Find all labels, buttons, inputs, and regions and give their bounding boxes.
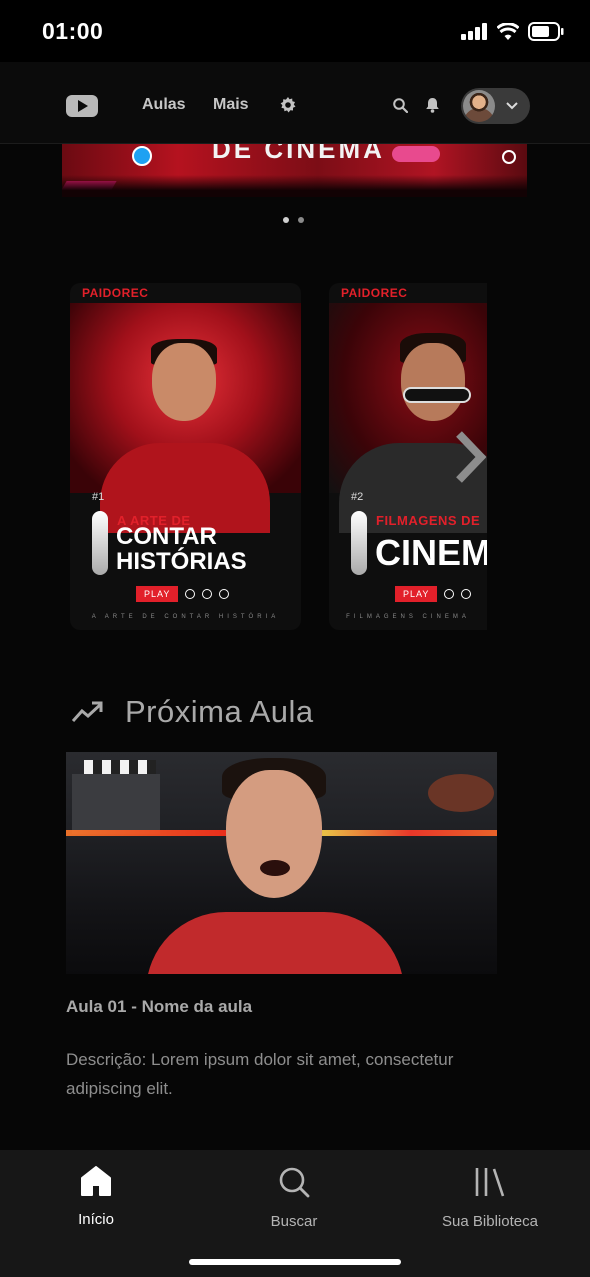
card-subtitle: FILMAGENS DE bbox=[376, 513, 481, 528]
tab-label: Buscar bbox=[270, 1213, 318, 1230]
search-icon bbox=[279, 1167, 310, 1198]
card-title: CONTAR HISTÓRIAS bbox=[116, 523, 247, 575]
info-icon bbox=[444, 589, 455, 599]
card-accent-bar bbox=[351, 511, 367, 575]
carousel-dot[interactable] bbox=[298, 217, 304, 223]
card-number: #1 bbox=[92, 491, 105, 503]
bottom-nav: Início Buscar Sua Biblioteca bbox=[0, 1150, 590, 1277]
card-brand: PAIDOREC bbox=[82, 286, 149, 300]
tab-label: Sua Biblioteca bbox=[442, 1213, 538, 1230]
comment-icon bbox=[202, 589, 213, 599]
trending-up-icon bbox=[72, 701, 103, 723]
carousel-pagination bbox=[283, 217, 304, 223]
tab-label: Início bbox=[78, 1211, 114, 1228]
card-footer-text: A ARTE DE CONTAR HISTÓRIA bbox=[91, 614, 280, 620]
wifi-icon bbox=[497, 23, 519, 40]
tab-biblioteca[interactable]: Sua Biblioteca bbox=[415, 1166, 565, 1230]
home-icon bbox=[81, 1166, 111, 1196]
nav-aulas[interactable]: Aulas bbox=[142, 96, 186, 114]
search-icon[interactable] bbox=[393, 98, 408, 113]
card-footer-text: FILMAGENS CINEMA bbox=[346, 614, 470, 620]
home-indicator[interactable] bbox=[189, 1259, 401, 1265]
play-button[interactable]: PLAY bbox=[136, 586, 179, 602]
cellular-signal-icon bbox=[461, 23, 487, 40]
library-icon bbox=[475, 1168, 505, 1197]
tab-inicio[interactable]: Início bbox=[21, 1166, 171, 1228]
chevron-right-icon[interactable] bbox=[454, 430, 486, 484]
app-header: Aulas Mais bbox=[0, 62, 590, 144]
status-icons bbox=[461, 22, 564, 41]
tab-buscar[interactable]: Buscar bbox=[219, 1166, 369, 1230]
section-title: Próxima Aula bbox=[125, 694, 314, 729]
status-time: 01:00 bbox=[42, 18, 104, 44]
nav-mais[interactable]: Mais bbox=[213, 96, 249, 114]
course-thumbnail bbox=[70, 303, 301, 533]
battery-icon bbox=[528, 22, 564, 41]
card-actions: PLAY bbox=[136, 586, 230, 602]
verified-badge-icon bbox=[132, 146, 152, 166]
course-card[interactable]: PAIDOREC #1 A ARTE DE CONTAR HISTÓRIAS P… bbox=[70, 283, 301, 630]
gear-icon[interactable] bbox=[280, 97, 296, 113]
info-icon bbox=[185, 589, 196, 599]
lesson-description: Descrição: Lorem ipsum dolor sit amet, c… bbox=[66, 1050, 454, 1098]
chevron-down-icon bbox=[506, 102, 518, 110]
app-logo-icon[interactable] bbox=[66, 95, 98, 117]
like-icon bbox=[219, 589, 230, 599]
notifications-bell-icon[interactable] bbox=[425, 97, 440, 113]
comment-icon bbox=[461, 589, 472, 599]
card-number: #2 bbox=[351, 491, 364, 503]
banner-play-icon bbox=[502, 150, 516, 164]
profile-menu-button[interactable] bbox=[461, 88, 530, 124]
card-accent-bar bbox=[92, 511, 108, 575]
lesson-video-thumbnail[interactable] bbox=[66, 752, 497, 974]
card-title: CINEMA bbox=[375, 532, 487, 573]
play-button[interactable]: PLAY bbox=[395, 586, 438, 602]
status-bar: 01:00 bbox=[0, 0, 590, 62]
avatar bbox=[463, 90, 495, 122]
lesson-name[interactable]: Aula 01 - Nome da aula bbox=[66, 997, 252, 1017]
live-badge bbox=[392, 146, 440, 162]
card-brand: PAIDOREC bbox=[341, 286, 408, 300]
card-actions: PLAY bbox=[395, 586, 472, 602]
carousel-dot[interactable] bbox=[283, 217, 289, 223]
